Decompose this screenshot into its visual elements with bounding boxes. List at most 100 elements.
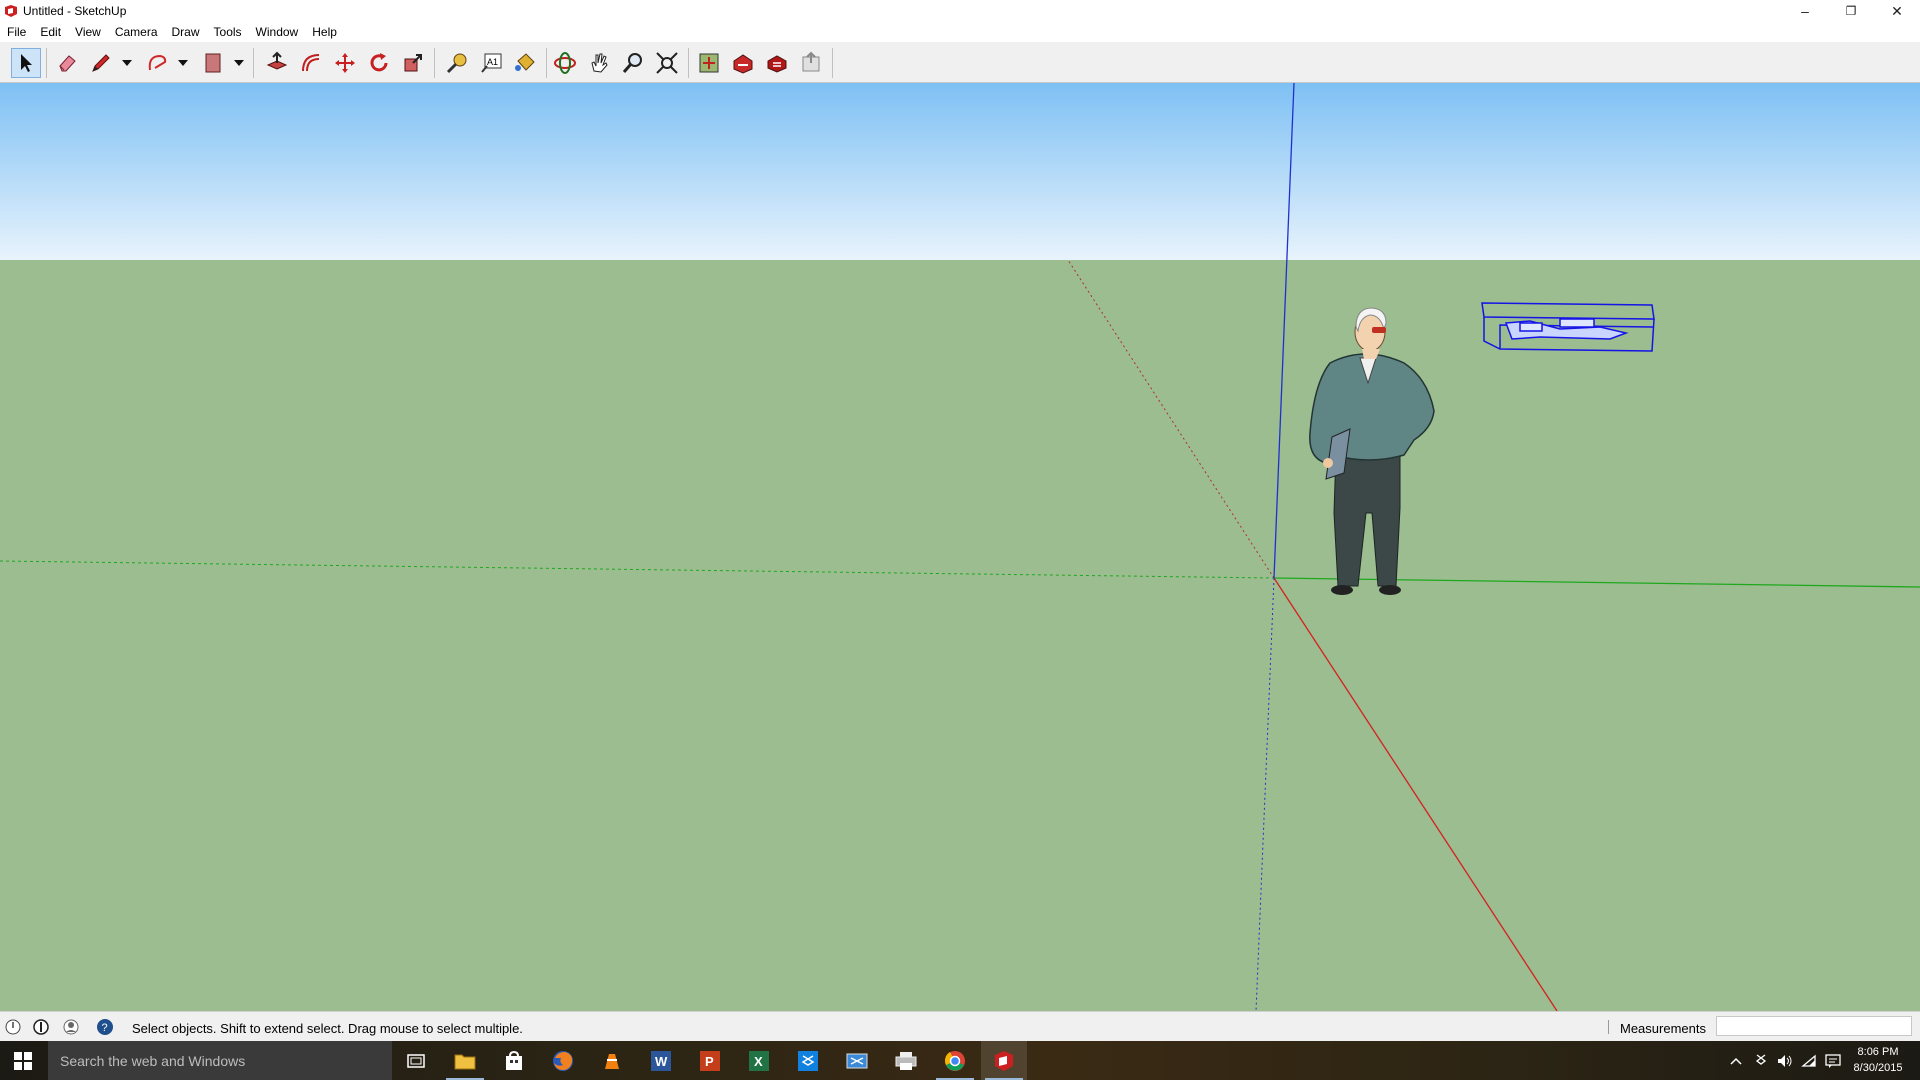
rectangle-tool-button[interactable] bbox=[200, 48, 226, 78]
show-hidden-icons-button[interactable] bbox=[1726, 1041, 1746, 1080]
snipping-tool-button[interactable] bbox=[834, 1041, 880, 1080]
excel-button[interactable]: X bbox=[736, 1041, 782, 1080]
help-icon[interactable]: ? bbox=[96, 1018, 114, 1036]
rotate-tool-button[interactable] bbox=[364, 48, 394, 78]
menu-view[interactable]: View bbox=[68, 22, 108, 42]
line-tool-button[interactable] bbox=[88, 48, 114, 78]
folder-icon bbox=[454, 1054, 476, 1069]
add-location-icon bbox=[699, 53, 719, 73]
pan-tool-button[interactable] bbox=[584, 48, 614, 78]
rotate-icon bbox=[370, 53, 388, 72]
tape-measure-icon bbox=[446, 53, 467, 74]
menu-tools[interactable]: Tools bbox=[207, 22, 249, 42]
measurements-input[interactable] bbox=[1716, 1016, 1912, 1036]
person-hand bbox=[1323, 458, 1333, 468]
toolbar-separator bbox=[688, 48, 689, 78]
clock[interactable]: 8:06 PM 8/30/2015 bbox=[1846, 1044, 1910, 1076]
select-tool-button[interactable] bbox=[11, 48, 41, 78]
push-pull-icon bbox=[266, 51, 288, 70]
chrome-icon bbox=[945, 1050, 965, 1071]
pencil-icon bbox=[92, 54, 110, 72]
text-icon: A1 bbox=[481, 53, 502, 73]
menu-window[interactable]: Window bbox=[249, 22, 306, 42]
add-location-tool-button[interactable] bbox=[694, 48, 724, 78]
close-button[interactable]: ✕ bbox=[1874, 0, 1920, 22]
tape-measure-tool-button[interactable] bbox=[442, 48, 472, 78]
printer-button[interactable] bbox=[883, 1041, 929, 1080]
toolbar-separator bbox=[253, 48, 254, 78]
extension-warehouse-icon bbox=[767, 55, 787, 73]
right-shoe bbox=[1379, 585, 1401, 595]
menu-draw[interactable]: Draw bbox=[165, 22, 207, 42]
powerpoint-button[interactable]: P bbox=[687, 1041, 733, 1080]
arc-tool-dropdown[interactable] bbox=[174, 48, 192, 78]
status-message: Select objects. Shift to extend select. … bbox=[132, 1021, 523, 1036]
eraser-tool-button[interactable] bbox=[52, 48, 82, 78]
svg-text:W: W bbox=[655, 1054, 668, 1069]
chevron-up-icon bbox=[1730, 1057, 1742, 1065]
task-view-icon bbox=[407, 1053, 425, 1068]
word-button[interactable]: W bbox=[638, 1041, 684, 1080]
zoom-extents-icon bbox=[656, 52, 678, 74]
menu-edit[interactable]: Edit bbox=[33, 22, 68, 42]
measurements-separator bbox=[1608, 1020, 1609, 1034]
sketchup-button[interactable] bbox=[981, 1041, 1027, 1080]
word-icon: W bbox=[651, 1050, 671, 1071]
zoom-tool-button[interactable] bbox=[618, 48, 648, 78]
drawing-viewport[interactable] bbox=[0, 83, 1920, 1011]
vlc-button[interactable] bbox=[589, 1041, 635, 1080]
wifi-icon bbox=[1801, 1054, 1816, 1067]
zoom-extents-tool-button[interactable] bbox=[652, 48, 682, 78]
chrome-button[interactable] bbox=[932, 1041, 978, 1080]
geo-location-icon[interactable] bbox=[4, 1018, 22, 1036]
offset-tool-button[interactable] bbox=[296, 48, 326, 78]
excel-icon: X bbox=[749, 1050, 769, 1071]
vlc-icon bbox=[605, 1053, 619, 1069]
store-icon bbox=[506, 1050, 522, 1070]
3d-warehouse-tool-button[interactable] bbox=[728, 48, 758, 78]
component-block-2 bbox=[1559, 318, 1595, 328]
file-explorer-button[interactable] bbox=[442, 1041, 488, 1080]
menu-bar: File Edit View Camera Draw Tools Window … bbox=[0, 22, 1920, 42]
search-box[interactable]: Search the web and Windows bbox=[48, 1041, 392, 1080]
dropbox-button[interactable] bbox=[785, 1041, 831, 1080]
offset-icon bbox=[302, 54, 320, 72]
pan-hand-icon bbox=[591, 53, 608, 73]
network-button[interactable] bbox=[1798, 1041, 1820, 1080]
volume-button[interactable] bbox=[1774, 1041, 1796, 1080]
push-pull-tool-button[interactable] bbox=[262, 48, 292, 78]
text-tool-button[interactable]: A1 bbox=[476, 48, 506, 78]
scene-canvas[interactable] bbox=[0, 83, 1920, 1011]
maximize-button[interactable]: ❐ bbox=[1828, 0, 1874, 22]
store-button[interactable] bbox=[491, 1041, 537, 1080]
move-tool-button[interactable] bbox=[330, 48, 360, 78]
orbit-tool-button[interactable] bbox=[550, 48, 580, 78]
paint-bucket-tool-button[interactable] bbox=[510, 48, 540, 78]
svg-text:?: ? bbox=[102, 1022, 108, 1034]
menu-file[interactable]: File bbox=[0, 22, 33, 42]
start-button[interactable] bbox=[0, 1041, 46, 1080]
user-account-icon[interactable] bbox=[62, 1018, 80, 1036]
action-center-button[interactable] bbox=[1822, 1041, 1844, 1080]
printer-icon bbox=[895, 1051, 917, 1070]
rectangle-tool-dropdown[interactable] bbox=[230, 48, 248, 78]
arc-tool-button[interactable] bbox=[144, 48, 170, 78]
sketchup-icon bbox=[995, 1050, 1013, 1071]
powerpoint-icon: P bbox=[700, 1050, 720, 1071]
firefox-icon bbox=[553, 1050, 573, 1071]
taskbar: Search the web and Windows W P X 8:06 PM… bbox=[0, 1041, 1920, 1080]
notifications-icon bbox=[1825, 1053, 1841, 1068]
extension-warehouse-tool-button[interactable] bbox=[762, 48, 792, 78]
dropbox-tray-button[interactable] bbox=[1750, 1041, 1772, 1080]
status-bar: ? Select objects. Shift to extend select… bbox=[0, 1011, 1920, 1042]
minimize-button[interactable]: – bbox=[1782, 0, 1828, 22]
menu-help[interactable]: Help bbox=[305, 22, 344, 42]
task-view-button[interactable] bbox=[393, 1041, 439, 1080]
sky bbox=[0, 83, 1920, 260]
share-model-tool-button[interactable] bbox=[796, 48, 826, 78]
firefox-button[interactable] bbox=[540, 1041, 586, 1080]
credits-icon[interactable] bbox=[32, 1018, 50, 1036]
line-tool-dropdown[interactable] bbox=[118, 48, 136, 78]
scale-tool-button[interactable] bbox=[398, 48, 428, 78]
menu-camera[interactable]: Camera bbox=[108, 22, 165, 42]
